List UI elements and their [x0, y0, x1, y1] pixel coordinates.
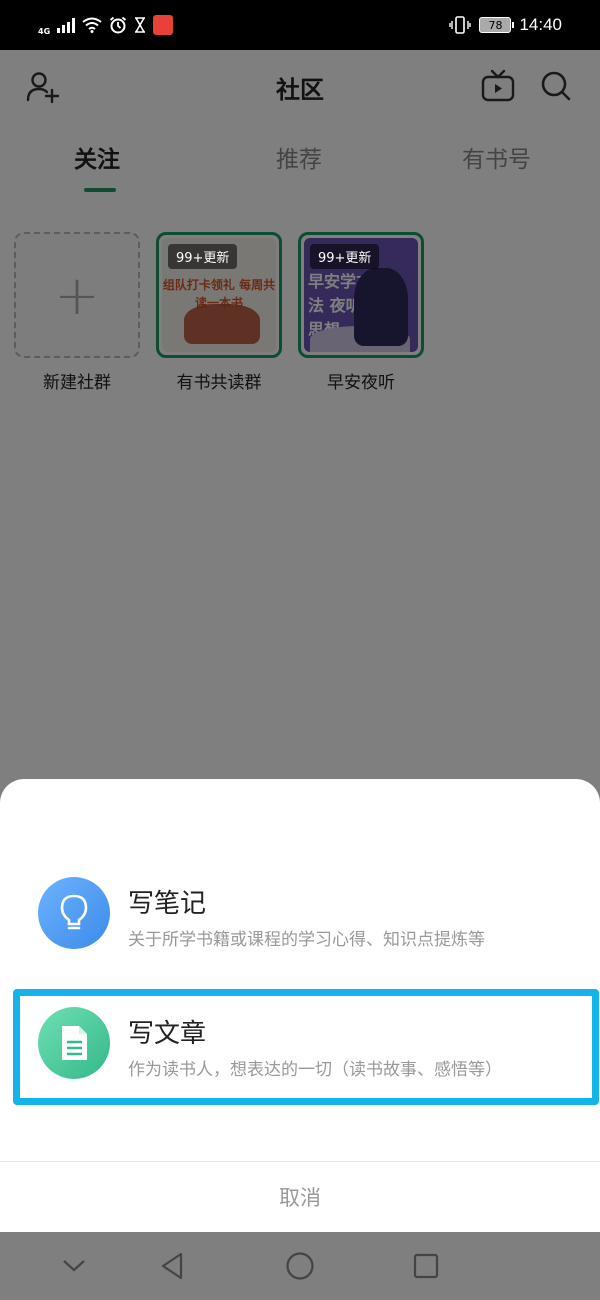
- hourglass-icon: [135, 17, 146, 33]
- selection-highlight: [13, 989, 599, 1105]
- system-nav-bar: [0, 1232, 600, 1300]
- status-left: 4G: [38, 14, 174, 36]
- app-notification-icon: [153, 15, 174, 35]
- chevron-down-icon[interactable]: [56, 1248, 92, 1284]
- action-title: 写笔记: [128, 889, 207, 919]
- network-type: 4G: [38, 27, 51, 36]
- home-icon[interactable]: [282, 1248, 318, 1284]
- wifi-icon: [82, 17, 102, 33]
- write-note-option[interactable]: 写笔记 关于所学书籍或课程的学习心得、知识点提炼等: [0, 863, 600, 963]
- battery-icon: 78: [479, 17, 515, 33]
- lightbulb-icon: [38, 877, 110, 949]
- cancel-button[interactable]: 取消: [0, 1163, 600, 1231]
- status-bar: 4G 78 14:40: [0, 0, 600, 50]
- recent-apps-icon[interactable]: [408, 1248, 444, 1284]
- alarm-icon: [110, 16, 127, 34]
- bottom-sheet: 写笔记 关于所学书籍或课程的学习心得、知识点提炼等 写文章 作为读书人，想表达的…: [0, 779, 600, 1232]
- vibrate-icon: [449, 16, 472, 34]
- status-right: 78 14:40: [449, 15, 562, 35]
- back-icon[interactable]: [154, 1248, 190, 1284]
- signal-icon: [57, 17, 76, 33]
- divider: [0, 1161, 600, 1162]
- action-subtitle: 关于所学书籍或课程的学习心得、知识点提炼等: [128, 930, 485, 950]
- clock: 14:40: [519, 15, 562, 34]
- update-badge: 99+更新: [168, 244, 238, 269]
- update-badge: 99+更新: [310, 244, 380, 269]
